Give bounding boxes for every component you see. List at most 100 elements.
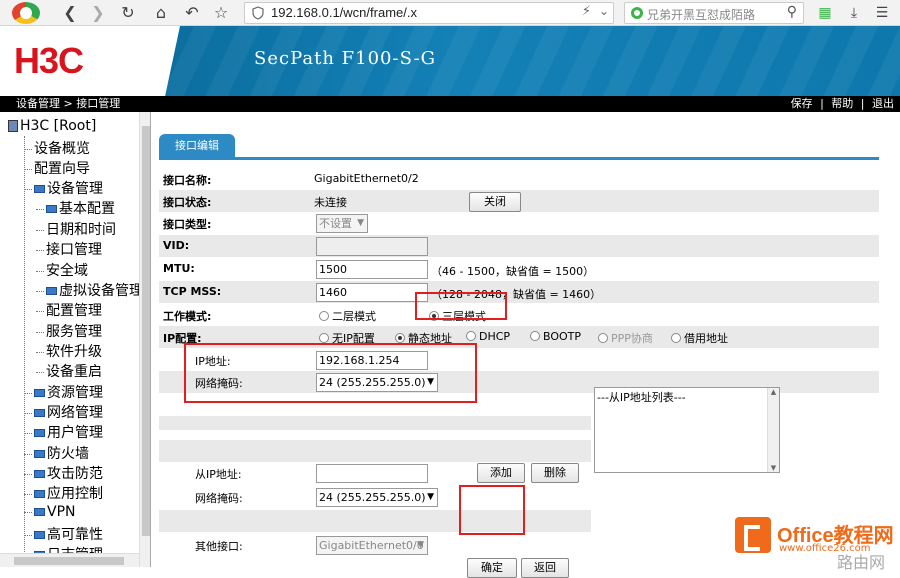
header-banner: H3C SecPath F100-S-G bbox=[0, 26, 900, 96]
sidebar-item-software-upgrade[interactable]: 软件升级 bbox=[36, 341, 102, 361]
radio-dot bbox=[319, 333, 329, 343]
folder-icon bbox=[34, 389, 45, 397]
radio-dot bbox=[671, 333, 681, 343]
h3c-logo: H3C bbox=[14, 40, 84, 81]
mtu-input[interactable]: 1500 bbox=[316, 260, 428, 279]
chevron-down-icon: ▼ bbox=[417, 540, 424, 550]
secondary-ip-input[interactable] bbox=[316, 464, 428, 483]
undo-icon[interactable]: ↶ bbox=[182, 3, 202, 23]
sidebar-item-wizard[interactable]: 配置向导 bbox=[24, 158, 90, 178]
home-icon[interactable]: ⌂ bbox=[151, 3, 171, 23]
radio-bootp[interactable]: BOOTP bbox=[530, 330, 581, 343]
radio-dot bbox=[319, 311, 329, 321]
tree-label: 设备重启 bbox=[46, 364, 102, 380]
separator: | bbox=[860, 97, 865, 110]
secondary-ip-list[interactable]: ---从IP地址列表--- ▲ ▼ bbox=[594, 387, 780, 473]
sidebar-item-high-availability[interactable]: 高可靠性 bbox=[24, 524, 103, 544]
sidebar-item-security-zone[interactable]: 安全域 bbox=[36, 260, 88, 280]
folder-icon bbox=[34, 508, 45, 516]
help-link[interactable]: 帮助 bbox=[829, 97, 855, 110]
sidebar-item-overview[interactable]: 设备概览 bbox=[24, 138, 90, 158]
save-link[interactable]: 保存 bbox=[789, 97, 815, 110]
browser-logo-icon bbox=[12, 2, 40, 24]
radio-borrow-address[interactable]: 借用地址 bbox=[671, 330, 728, 346]
sidebar-item-attack-defense[interactable]: 攻击防范 bbox=[24, 463, 103, 483]
back-icon[interactable]: ❮ bbox=[60, 3, 80, 23]
sidebar-item-user-management[interactable]: 用户管理 bbox=[24, 422, 103, 442]
select-value: 不设置 bbox=[319, 217, 352, 230]
sidebar-item-firewall[interactable]: 防火墙 bbox=[24, 443, 89, 463]
sidebar-item-interface-management[interactable]: 接口管理 bbox=[36, 239, 102, 259]
other-interface-select[interactable]: GigabitEthernet0/0 ▼ bbox=[316, 536, 428, 555]
sidebar-item-datetime[interactable]: 日期和时间 bbox=[36, 219, 116, 239]
folder-icon bbox=[34, 490, 45, 498]
search-icon[interactable]: ⚲ bbox=[787, 4, 797, 20]
sidebar-item-service-management[interactable]: 服务管理 bbox=[36, 321, 102, 341]
scrollbar-thumb[interactable] bbox=[142, 126, 150, 536]
secondary-mask-select[interactable]: 24 (255.255.255.0) ▼ bbox=[316, 488, 438, 507]
forward-icon[interactable]: ❯ bbox=[88, 3, 108, 23]
radio-layer2-mode[interactable]: 二层模式 bbox=[319, 308, 376, 324]
search-input[interactable]: 兄弟开黑互怼成陌路 bbox=[647, 6, 755, 23]
sidebar-horizontal-scrollbar[interactable] bbox=[0, 553, 139, 567]
chevron-down-icon[interactable]: ⌄ bbox=[599, 4, 609, 18]
radio-dot bbox=[395, 333, 405, 343]
ok-button[interactable]: 确定 bbox=[467, 558, 517, 578]
field-label: TCP MSS: bbox=[163, 285, 222, 298]
sidebar-item-app-control[interactable]: 应用控制 bbox=[24, 483, 103, 503]
form-row-other-interface: 其他接口: GigabitEthernet0/0 ▼ bbox=[159, 534, 591, 556]
field-label: 接口类型: bbox=[163, 218, 212, 231]
back-button[interactable]: 返回 bbox=[521, 558, 569, 578]
close-interface-button[interactable]: 关闭 bbox=[469, 192, 521, 212]
field-label: 工作模式: bbox=[163, 310, 212, 323]
download-icon[interactable]: ⤓ bbox=[845, 4, 863, 22]
sidebar-item-vpn[interactable]: VPN bbox=[24, 504, 76, 520]
field-label: 其他接口: bbox=[195, 540, 243, 553]
sidebar-item-device-management[interactable]: 设备管理 bbox=[24, 178, 103, 198]
sidebar-item-config-management[interactable]: 配置管理 bbox=[36, 300, 102, 320]
tab-interface-edit[interactable]: 接口编辑 bbox=[159, 134, 235, 158]
site-watermark: Office教程网 www.office26.com 路由网 bbox=[735, 515, 900, 572]
delete-button[interactable]: 删除 bbox=[531, 463, 579, 483]
sidebar-item-basic-config[interactable]: 基本配置 bbox=[36, 198, 115, 218]
interface-name-value: GigabitEthernet0/2 bbox=[314, 172, 419, 185]
radio-ppp-negotiation[interactable]: PPP协商 bbox=[598, 330, 653, 346]
reload-icon[interactable]: ↻ bbox=[118, 3, 138, 23]
interface-type-select[interactable]: 不设置 ▼ bbox=[316, 214, 368, 233]
scroll-down-icon[interactable]: ▼ bbox=[768, 464, 779, 472]
folder-icon bbox=[34, 185, 45, 193]
bolt-icon[interactable]: ⚡ bbox=[582, 4, 591, 19]
form-row-spacer bbox=[159, 440, 591, 462]
apps-grid-icon[interactable]: ▦ bbox=[816, 4, 834, 22]
tcp-mss-input[interactable]: 1460 bbox=[316, 283, 428, 302]
scrollbar-thumb[interactable] bbox=[14, 557, 124, 565]
vid-input[interactable] bbox=[316, 237, 428, 256]
sidebar-vertical-scrollbar[interactable] bbox=[139, 112, 150, 567]
highlight-layer3-mode bbox=[415, 292, 507, 320]
tree-label: 配置向导 bbox=[34, 161, 90, 177]
sidebar-item-resource-management[interactable]: 资源管理 bbox=[24, 382, 103, 402]
tree-root[interactable]: H3C [Root] bbox=[8, 118, 96, 134]
tree-label: VPN bbox=[47, 504, 76, 520]
folder-icon bbox=[46, 205, 57, 213]
sidebar-item-virtual-device[interactable]: 虚拟设备管理 bbox=[36, 280, 143, 300]
radio-label: DHCP bbox=[479, 330, 511, 343]
form-row-mtu: MTU: 1500 （46 - 1500，缺省值 = 1500） bbox=[159, 258, 879, 280]
radio-dot bbox=[598, 333, 608, 343]
sidebar-item-reboot[interactable]: 设备重启 bbox=[36, 361, 102, 381]
sidebar-item-network-management[interactable]: 网络管理 bbox=[24, 402, 103, 422]
field-label: VID: bbox=[163, 239, 190, 252]
menu-icon[interactable]: ☰ bbox=[873, 4, 891, 22]
radio-dhcp[interactable]: DHCP bbox=[466, 330, 510, 343]
logout-link[interactable]: 退出 bbox=[870, 97, 896, 110]
form-row-spacer bbox=[159, 510, 591, 532]
list-scrollbar[interactable]: ▲ ▼ bbox=[767, 388, 779, 472]
select-value: 24 (255.255.255.0) bbox=[319, 491, 426, 504]
address-bar[interactable]: 192.168.0.1/wcn/frame/.x ⚡ ⌄ bbox=[244, 2, 614, 24]
add-button[interactable]: 添加 bbox=[477, 463, 525, 483]
search-box[interactable]: 兄弟开黑互怼成陌路 ⚲ bbox=[624, 2, 804, 24]
bookmark-star-icon[interactable]: ☆ bbox=[211, 3, 231, 23]
scroll-up-icon[interactable]: ▲ bbox=[768, 388, 779, 396]
interface-status-value: 未连接 bbox=[314, 196, 347, 209]
radio-label: 借用地址 bbox=[684, 332, 728, 345]
